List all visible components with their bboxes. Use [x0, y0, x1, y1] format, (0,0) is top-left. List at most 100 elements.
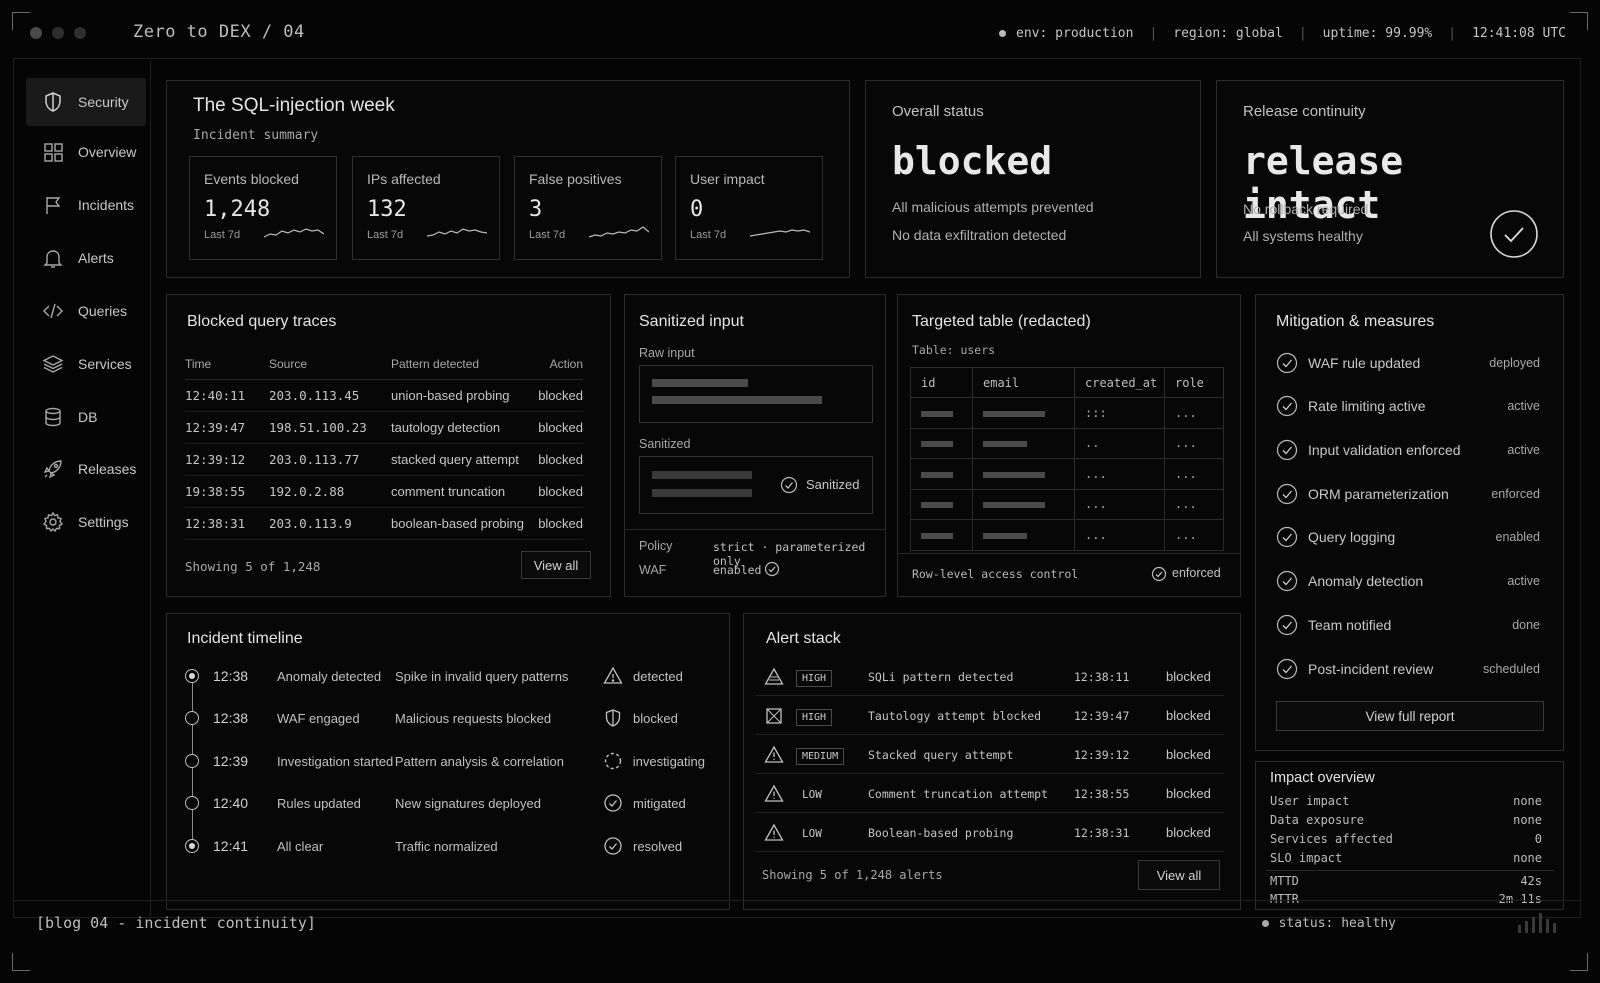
- view-all-alerts-button[interactable]: View all: [1138, 860, 1220, 890]
- trace-source: 198.51.100.23: [269, 411, 391, 444]
- column-header[interactable]: Source: [269, 349, 391, 380]
- mitigation-item: Team notified done: [1276, 611, 1540, 639]
- timeline-status: blocked: [633, 710, 678, 726]
- check-circle-icon: [764, 561, 780, 577]
- alert-message: Tautology attempt blocked: [868, 708, 1042, 723]
- alert-action: blocked: [1166, 669, 1211, 684]
- mitigation-label: WAF rule updated: [1308, 355, 1421, 371]
- check-circle-icon: [1276, 483, 1298, 505]
- timeline-entry[interactable]: 12:38 WAF engaged Malicious requests blo…: [185, 706, 705, 730]
- timeline-event: All clear: [277, 838, 324, 854]
- sidebar-item-label: Releases: [78, 461, 137, 477]
- window-maximize-dot[interactable]: [74, 27, 86, 39]
- metric-card-user-impact[interactable]: User impact 0 Last 7d: [675, 156, 823, 260]
- timeline-status: detected: [633, 668, 683, 684]
- page-title: The SQL-injection week: [193, 95, 395, 116]
- divider: [625, 529, 885, 530]
- view-all-traces-button[interactable]: View all: [521, 551, 591, 579]
- gear-icon: [42, 511, 64, 533]
- shield-icon: [603, 708, 623, 728]
- column-header[interactable]: Pattern detected: [391, 349, 531, 380]
- redacted-cell: ...: [1164, 488, 1224, 520]
- sidebar-item-alerts[interactable]: Alerts: [26, 234, 146, 282]
- impact-value: none: [1513, 813, 1542, 827]
- timeline-node: [185, 669, 199, 683]
- sidebar-item-label: Settings: [78, 514, 129, 530]
- grid-icon: [42, 141, 64, 163]
- sidebar-item-queries[interactable]: Queries: [26, 287, 146, 335]
- page-subtitle: Incident summary: [193, 128, 319, 143]
- database-icon: [42, 406, 64, 428]
- redacted-users-table: id email created_at role ::: ... .. ...: [910, 367, 1224, 551]
- view-full-report-button[interactable]: View full report: [1276, 701, 1544, 731]
- redacted-text: [652, 471, 752, 479]
- table-name: Table: users: [912, 343, 996, 357]
- table-row[interactable]: 12:38:31 203.0.113.9 boolean-based probi…: [185, 507, 583, 540]
- redacted-cell: [910, 458, 973, 490]
- metric-period: Last 7d: [690, 229, 727, 241]
- window-close-dot[interactable]: [30, 27, 42, 39]
- sidebar-item-settings[interactable]: Settings: [26, 498, 146, 546]
- alert-row[interactable]: HIGH Tautology attempt blocked 12:39:47 …: [756, 697, 1224, 735]
- window-minimize-dot[interactable]: [52, 27, 64, 39]
- table-row[interactable]: 19:38:55 192.0.2.88 comment truncation b…: [185, 475, 583, 508]
- column-header[interactable]: Action: [531, 349, 583, 380]
- separator: |: [1448, 26, 1457, 41]
- separator: |: [1149, 26, 1158, 41]
- sidebar-item-label: Services: [78, 356, 132, 372]
- table-row[interactable]: 12:39:47 198.51.100.23 tautology detecti…: [185, 411, 583, 444]
- sidebar-item-overview[interactable]: Overview: [26, 128, 146, 176]
- metric-value: 0: [690, 197, 704, 222]
- metric-period: Last 7d: [204, 229, 241, 241]
- alert-message: Boolean-based probing: [868, 825, 1014, 840]
- timeline-entry[interactable]: 12:38 Anomaly detected Spike in invalid …: [185, 664, 705, 688]
- impact-row: Services affected 0: [1270, 832, 1542, 846]
- table-row: .. ...: [910, 427, 1224, 459]
- check-circle-icon: [1276, 658, 1298, 680]
- redacted-cell: :::: [1074, 397, 1165, 429]
- mitigation-status: active: [1507, 443, 1540, 457]
- metric-value: 132: [367, 197, 407, 222]
- trace-source: 192.0.2.88: [269, 475, 391, 508]
- alert-time: 12:38:11: [1074, 669, 1130, 684]
- metric-card-events-blocked[interactable]: Events blocked 1,248 Last 7d: [189, 156, 337, 260]
- mitigation-label: Anomaly detection: [1308, 573, 1424, 589]
- footer-status: status: healthy: [1261, 916, 1396, 931]
- signal-bars-icon: [1518, 913, 1556, 933]
- impact-row: User impact none: [1270, 794, 1542, 808]
- timeline-entry[interactable]: 12:40 Rules updated New signatures deplo…: [185, 791, 705, 815]
- trace-action: blocked: [531, 411, 583, 444]
- waf-value: enabled: [713, 563, 762, 577]
- clock: 12:41:08 UTC: [1472, 26, 1566, 41]
- sidebar-item-security[interactable]: Security: [26, 78, 146, 126]
- warning-icon: [764, 784, 784, 802]
- mitigation-status: done: [1512, 618, 1540, 632]
- alert-action: blocked: [1166, 747, 1211, 762]
- alert-row[interactable]: HIGH SQLi pattern detected 12:38:11 bloc…: [756, 658, 1224, 696]
- alert-action: blocked: [1166, 786, 1211, 801]
- divider: [1266, 870, 1554, 871]
- timeline-time: 12:40: [213, 795, 249, 811]
- panel-title: Impact overview: [1270, 770, 1375, 786]
- timeline-entry[interactable]: 12:39 Investigation started Pattern anal…: [185, 749, 705, 773]
- status-line: No data exfiltration detected: [892, 227, 1067, 243]
- sidebar-item-services[interactable]: Services: [26, 340, 146, 388]
- alert-row[interactable]: LOW Comment truncation attempt 12:38:55 …: [756, 775, 1224, 813]
- timeline-entry[interactable]: 12:41 All clear Traffic normalized resol…: [185, 834, 705, 858]
- alert-row[interactable]: LOW Boolean-based probing 12:38:31 block…: [756, 814, 1224, 852]
- access-control-label: Row-level access control: [912, 567, 1079, 581]
- column-header[interactable]: Time: [185, 349, 269, 380]
- metric-value: 3: [529, 197, 543, 222]
- warning-icon: [764, 667, 784, 685]
- metric-card-false-positives[interactable]: False positives 3 Last 7d: [514, 156, 662, 260]
- sidebar-item-db[interactable]: DB: [26, 393, 146, 441]
- panel-title: Mitigation & measures: [1276, 313, 1435, 330]
- redacted-cell: ..: [1074, 427, 1165, 459]
- redacted-cell: [910, 427, 973, 459]
- alert-row[interactable]: MEDIUM Stacked query attempt 12:39:12 bl…: [756, 736, 1224, 774]
- metric-card-ips-affected[interactable]: IPs affected 132 Last 7d: [352, 156, 500, 260]
- table-row[interactable]: 12:40:11 203.0.113.45 union-based probin…: [185, 379, 583, 412]
- table-row[interactable]: 12:39:12 203.0.113.77 stacked query atte…: [185, 443, 583, 476]
- sidebar-item-releases[interactable]: Releases: [26, 445, 146, 493]
- sidebar-item-incidents[interactable]: Incidents: [26, 181, 146, 229]
